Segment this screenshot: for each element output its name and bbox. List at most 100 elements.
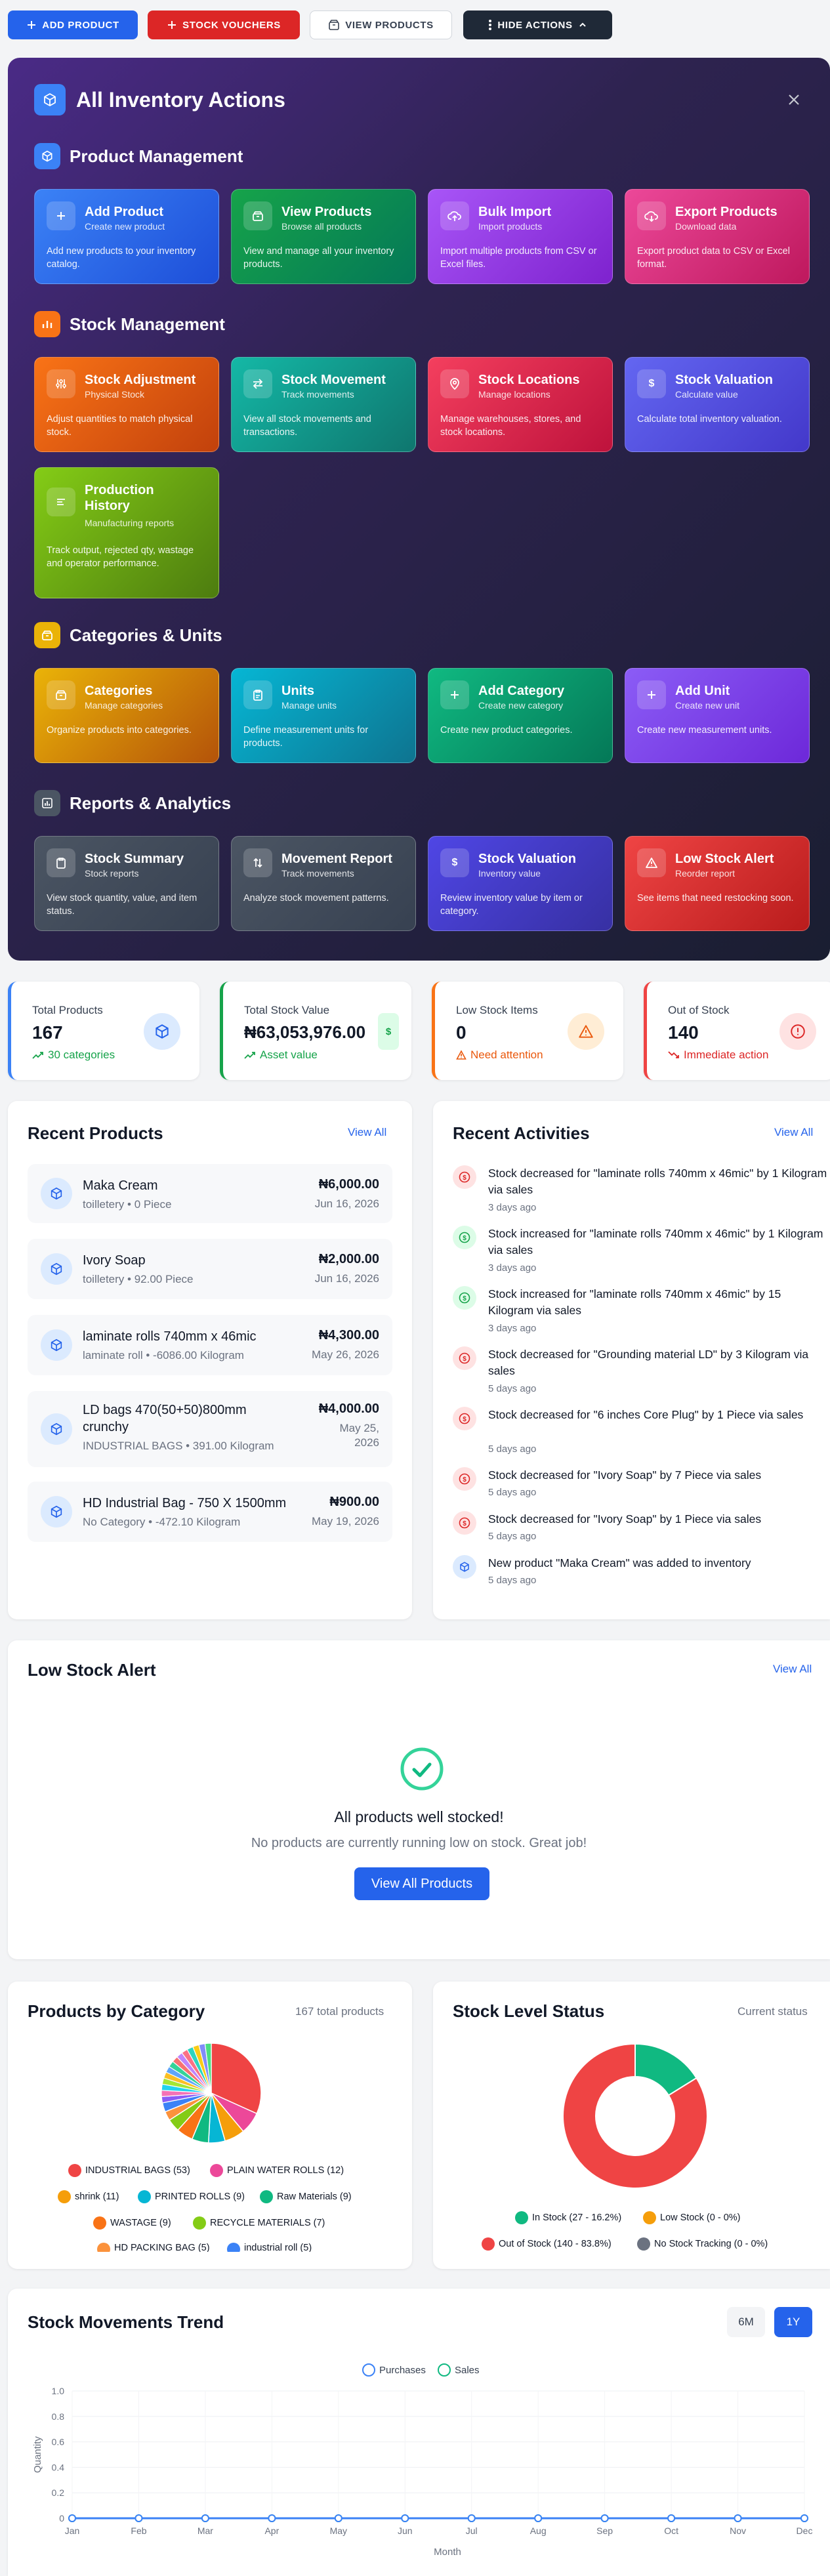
- product-row[interactable]: LD bags 470(50+50)800mm crunchy INDUSTRI…: [28, 1391, 392, 1467]
- legend-swatch: [138, 2190, 151, 2203]
- legend-item[interactable]: RECYCLE MATERIALS (7): [193, 2216, 325, 2230]
- product-row[interactable]: laminate rolls 740mm x 46mic laminate ro…: [28, 1315, 392, 1375]
- legend-item[interactable]: PLAIN WATER ROLLS (12): [210, 2164, 344, 2177]
- action-card-units[interactable]: Units Manage units Define measurement un…: [231, 668, 416, 763]
- legend-marker: [438, 2363, 451, 2377]
- box-icon: [329, 20, 340, 30]
- card-title: Add Unit: [675, 684, 730, 698]
- action-card-movement-report[interactable]: Movement Report Track movements Analyze …: [231, 836, 416, 931]
- activity-text: Stock decreased for "6 inches Core Plug"…: [488, 1408, 804, 1421]
- activity-item: $ Stock decreased for "Ivory Soap" by 1 P…: [453, 1511, 827, 1548]
- card-subtitle: Download data: [675, 221, 737, 232]
- recent-activities-card: Recent Activities View All $ Stock decrea…: [433, 1101, 830, 1619]
- range-button-6m[interactable]: 6M: [727, 2307, 765, 2337]
- action-card-stock-locations[interactable]: Stock Locations Manage locations Manage …: [428, 357, 613, 452]
- cloud-download-icon: [637, 201, 666, 230]
- recent-activities-view-all[interactable]: View All: [774, 1126, 813, 1139]
- products-by-category-card: Products by Category 167 total products …: [8, 1982, 412, 2269]
- legend-item[interactable]: Low Stock (0 - 0%): [643, 2211, 741, 2224]
- card-subtitle: Reorder report: [675, 868, 736, 879]
- low-stock-view-all[interactable]: View All: [773, 1663, 812, 1676]
- svg-text:$: $: [463, 1235, 467, 1242]
- legend-item[interactable]: Out of Stock (140 - 83.8%): [482, 2237, 612, 2251]
- hide-actions-button[interactable]: HIDE ACTIONS: [463, 10, 612, 39]
- action-card-production-history[interactable]: Production History Manufacturing reports…: [34, 467, 219, 598]
- close-icon[interactable]: [785, 91, 803, 109]
- bar-chart-icon: [34, 790, 60, 816]
- section-reports-analytics: Reports & Analytics: [34, 790, 231, 816]
- legend-swatch: [97, 2243, 110, 2252]
- legend-item[interactable]: INDUSTRIAL BAGS (53): [68, 2164, 190, 2177]
- stat-label: Total Products: [32, 1004, 103, 1016]
- view-all-products-button[interactable]: View All Products: [354, 1867, 489, 1900]
- action-card-stock-valuation[interactable]: $ Stock Valuation Calculate value Calcul…: [625, 357, 810, 452]
- stat-sub-text: Asset value: [260, 1049, 318, 1061]
- legend-label: Out of Stock (140 - 83.8%): [499, 2239, 612, 2249]
- y-axis-label: Quantity: [32, 2436, 43, 2473]
- stock-vouchers-button[interactable]: STOCK VOUCHERS: [148, 10, 300, 39]
- legend-label: WASTAGE (9): [110, 2218, 171, 2228]
- stat-value: 167: [32, 1022, 63, 1043]
- recent-products-view-all[interactable]: View All: [348, 1126, 386, 1139]
- action-card-stock-adjustment[interactable]: Stock Adjustment Physical Stock Adjust q…: [34, 357, 219, 452]
- activity-item: New product "Maka Cream" was added to in…: [453, 1555, 827, 1592]
- view-products-button[interactable]: VIEW PRODUCTS: [310, 10, 452, 39]
- action-card-view-products[interactable]: View Products Browse all products View a…: [231, 189, 416, 284]
- dollar-icon: $: [440, 848, 469, 877]
- stock-movements-trend-card: Stock Movements Trend 6M 1Y 1.0 0.8 0.6 0.4…: [8, 2289, 830, 2576]
- section-title: Stock Management: [70, 314, 225, 334]
- product-price: ₦4,000.00: [318, 1402, 379, 1416]
- product-row[interactable]: Ivory Soap toilletery • 92.00 Piece ₦2,0…: [28, 1239, 392, 1299]
- chart-note: 167 total products: [295, 2005, 384, 2018]
- legend-item[interactable]: In Stock (27 - 16.2%): [515, 2211, 621, 2224]
- legend-item[interactable]: No Stock Tracking (0 - 0%): [637, 2237, 768, 2251]
- activity-time: 5 days ago: [488, 1575, 537, 1586]
- legend-item[interactable]: industrial roll (5): [227, 2243, 312, 2252]
- stat-total-stock-value: Total Stock Value ₦63,053,976.00 Asset v…: [220, 982, 411, 1080]
- card-subtitle: Stock reports: [85, 868, 139, 879]
- low-stock-alert-card: Low Stock Alert View All All products we…: [8, 1640, 830, 1959]
- product-row[interactable]: HD Industrial Bag - 750 X 1500mm No Cate…: [28, 1482, 392, 1542]
- y-tick-label: 0.8: [52, 2411, 65, 2422]
- legend-swatch: [193, 2216, 206, 2230]
- legend-item[interactable]: HD PACKING BAG (5): [97, 2243, 210, 2252]
- product-name: HD Industrial Bag - 750 X 1500mm: [83, 1496, 287, 1510]
- add-product-button[interactable]: ADD PRODUCT: [8, 10, 138, 39]
- legend-item[interactable]: WASTAGE (9): [93, 2216, 171, 2230]
- plus-icon: [28, 21, 36, 29]
- section-stock-management: Stock Management: [34, 311, 225, 337]
- range-button-1y[interactable]: 1Y: [774, 2307, 812, 2337]
- box-icon: [47, 680, 75, 709]
- recent-activities-title: Recent Activities: [453, 1123, 590, 1143]
- legend-item[interactable]: shrink (11): [58, 2190, 119, 2203]
- legend-marker: [362, 2363, 375, 2377]
- svg-text:$: $: [463, 1520, 467, 1527]
- card-title: Stock Valuation: [675, 373, 773, 387]
- legend-item[interactable]: Raw Materials (9): [260, 2190, 352, 2203]
- action-card-low-stock-alert[interactable]: Low Stock Alert Reorder report See items…: [625, 836, 810, 931]
- card-desc: View stock quantity, value, and item sta…: [47, 893, 197, 917]
- action-card-stock-valuation-report[interactable]: $ Stock Valuation Inventory value Review…: [428, 836, 613, 931]
- card-desc: View and manage all your inventory produ…: [243, 246, 394, 270]
- clipboard-icon: [243, 680, 272, 709]
- action-card-stock-movement[interactable]: Stock Movement Track movements View all …: [231, 357, 416, 452]
- product-row[interactable]: Maka Cream toilletery • 0 Piece ₦6,000.0…: [28, 1164, 392, 1223]
- action-card-stock-summary[interactable]: Stock Summary Stock reports View stock q…: [34, 836, 219, 931]
- action-card-add-product[interactable]: Add Product Create new product Add new p…: [34, 189, 219, 284]
- cloud-upload-icon: [440, 201, 469, 230]
- action-card-bulk-import[interactable]: Bulk Import Import products Import multi…: [428, 189, 613, 284]
- stat-sub: Asset value: [244, 1049, 318, 1062]
- action-card-export-products[interactable]: Export Products Download data Export pro…: [625, 189, 810, 284]
- action-card-add-unit[interactable]: Add Unit Create new unit Create new meas…: [625, 668, 810, 763]
- x-tick-label: Jun: [398, 2525, 413, 2536]
- card-desc: Calculate total inventory valuation.: [637, 414, 782, 425]
- legend-swatch: [260, 2190, 273, 2203]
- arrows-up-down-icon: [243, 848, 272, 877]
- stat-total-products: Total Products 167 30 categories: [8, 982, 199, 1080]
- card-desc: Analyze stock movement patterns.: [243, 893, 389, 904]
- legend-item[interactable]: PRINTED ROLLS (9): [138, 2190, 245, 2203]
- action-card-categories[interactable]: Categories Manage categories Organize pr…: [34, 668, 219, 763]
- action-card-add-category[interactable]: Add Category Create new category Create …: [428, 668, 613, 763]
- cube-icon: [41, 1253, 72, 1285]
- stat-value: ₦63,053,976.00: [244, 1022, 366, 1042]
